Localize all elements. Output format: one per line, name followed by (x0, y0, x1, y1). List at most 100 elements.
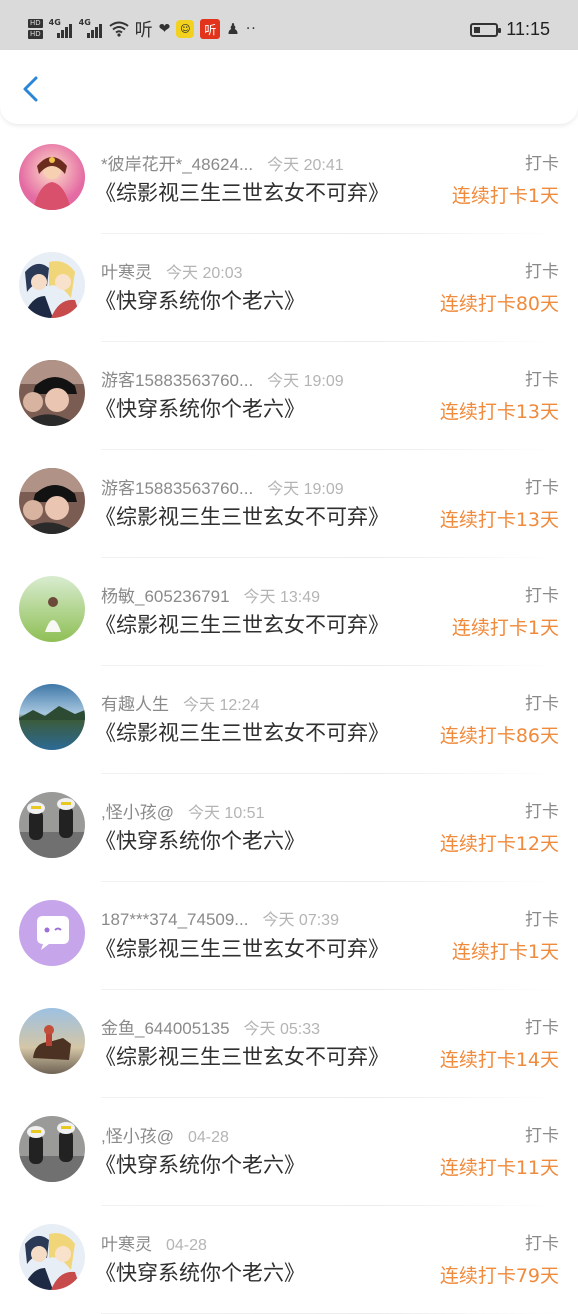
user-name[interactable]: ,怪小孩@ 04-28 (101, 1122, 229, 1147)
checkin-tag: 打卡 (525, 478, 559, 498)
user-name[interactable]: 有趣人生 今天 12:24 (101, 690, 260, 715)
checkin-row[interactable]: 187***374_74509... 今天 07:39 《综影视三生三世玄女不可弃》… (0, 882, 578, 990)
user-name[interactable]: 游客15883563760... 今天 19:09 (101, 366, 344, 391)
clock: 11:15 (506, 19, 550, 39)
book-title[interactable]: 《综影视三生三世玄女不可弃》 (95, 1041, 389, 1071)
avatar[interactable] (19, 684, 85, 750)
penguin-icon: ♟ (226, 20, 240, 38)
network-type-label: 4G (48, 18, 61, 27)
checkin-tag: 打卡 (525, 1018, 559, 1038)
avatar[interactable] (19, 468, 85, 534)
avatar[interactable] (19, 252, 85, 318)
avatar[interactable] (19, 360, 85, 426)
checkin-streak: 连续打卡80天 (439, 293, 559, 315)
post-time: 今天 20:41 (267, 157, 344, 174)
avatar[interactable] (19, 1224, 85, 1290)
hd-icon: HD HD (28, 19, 43, 39)
book-title[interactable]: 《综影视三生三世玄女不可弃》 (95, 933, 389, 963)
checkin-streak: 连续打卡86天 (439, 725, 559, 747)
book-title[interactable]: 《快穿系统你个老六》 (95, 825, 305, 855)
checkin-row[interactable]: 有趣人生 今天 12:24 《综影视三生三世玄女不可弃》 打卡 连续打卡86天 (0, 666, 578, 774)
heart-icon: ❤ (158, 21, 171, 37)
user-name-text[interactable]: ,怪小孩@ (101, 1127, 174, 1146)
checkin-streak: 连续打卡14天 (439, 1049, 559, 1071)
checkin-row[interactable]: *彼岸花开*_48624... 今天 20:41 《综影视三生三世玄女不可弃》 打卡连… (0, 126, 578, 234)
listen-app-icon: 听 (134, 20, 153, 41)
checkin-tag: 打卡 (525, 910, 559, 930)
post-time: 今天 07:39 (262, 912, 339, 929)
user-name-text[interactable]: 叶寒灵 (101, 1235, 152, 1254)
avatar[interactable] (19, 1008, 85, 1074)
checkin-streak: 连续打卡1天 (451, 185, 559, 207)
post-time: 今天 12:24 (183, 697, 260, 714)
chat-app-icon: ☺ (176, 20, 195, 38)
checkin-row[interactable]: 游客15883563760... 今天 19:09 《快穿系统你个老六》 打卡连续打卡… (0, 342, 578, 450)
checkin-tag: 打卡 (525, 694, 559, 714)
user-name[interactable]: 叶寒灵 今天 20:03 (101, 258, 243, 283)
book-title[interactable]: 《综影视三生三世玄女不可弃》 (95, 177, 389, 207)
book-title[interactable]: 《快穿系统你个老六》 (95, 1149, 305, 1179)
user-name-text[interactable]: *彼岸花开*_48624... (101, 155, 253, 174)
wifi-icon (109, 21, 129, 37)
checkin-row[interactable]: 金鱼_644005135 今天 05:33 《综影视三生三世玄女不可弃》 打卡连续打卡… (0, 990, 578, 1098)
book-title[interactable]: 《综影视三生三世玄女不可弃》 (95, 717, 389, 747)
chevron-left-icon[interactable] (18, 74, 44, 104)
checkin-row[interactable]: ,怪小孩@ 04-28 《快穿系统你个老六》 打卡连续打卡11天 (0, 1098, 578, 1206)
user-name[interactable]: *彼岸花开*_48624... 今天 20:41 (101, 150, 344, 175)
book-title[interactable]: 《综影视三生三世玄女不可弃》 (95, 501, 389, 531)
checkin-row[interactable]: 游客15883563760... 今天 19:09 《综影视三生三世玄女不可弃》 打卡… (0, 450, 578, 558)
checkin-streak: 连续打卡1天 (451, 617, 559, 639)
post-time: 今天 10:51 (187, 805, 265, 822)
post-time: 今天 19:09 (267, 373, 344, 390)
signal-icon-2: 4G (78, 18, 103, 38)
checkin-streak: 连续打卡12天 (439, 833, 559, 855)
user-name-text[interactable]: 游客15883563760... (101, 371, 253, 390)
checkin-row[interactable]: ,怪小孩@ 今天 10:51 《快穿系统你个老六》 打卡 连续打卡12天 (0, 774, 578, 882)
user-name[interactable]: 金鱼_644005135 今天 05:33 (101, 1014, 320, 1039)
checkin-tag: 打卡 (525, 154, 559, 174)
checkin-streak: 连续打卡13天 (439, 401, 559, 423)
avatar[interactable] (19, 144, 85, 210)
post-time: 04-28 (187, 1129, 229, 1146)
user-name-text[interactable]: ,怪小孩@ (101, 803, 174, 822)
user-name-text[interactable]: 有趣人生 (101, 695, 169, 714)
checkin-row[interactable]: 叶寒灵 04-28 《快穿系统你个老六》 打卡 连续打卡79天 (0, 1206, 578, 1314)
book-title[interactable]: 《综影视三生三世玄女不可弃》 (95, 609, 389, 639)
checkin-row[interactable]: 叶寒灵 今天 20:03 《快穿系统你个老六》 打卡 连续打卡80天 (0, 234, 578, 342)
user-name[interactable]: 叶寒灵 04-28 (101, 1230, 207, 1255)
checkin-streak: 连续打卡13天 (439, 509, 559, 531)
user-name-text[interactable]: 叶寒灵 (101, 263, 152, 282)
signal-icon: 4G (48, 18, 73, 38)
more-notifications-icon: ·· (245, 21, 257, 37)
checkin-streak: 连续打卡11天 (439, 1157, 559, 1179)
avatar[interactable] (19, 1116, 85, 1182)
checkin-tag: 打卡 (525, 586, 559, 606)
avatar[interactable] (19, 900, 85, 966)
network-type-label-2: 4G (78, 18, 91, 27)
top-nav-bar (0, 50, 578, 124)
hd-label-2: HD (28, 30, 43, 39)
post-time: 今天 20:03 (166, 265, 243, 282)
checkin-row[interactable]: 杨敏_605236791 今天 13:49 《综影视三生三世玄女不可弃》 打卡连续打卡… (0, 558, 578, 666)
book-title[interactable]: 《快穿系统你个老六》 (95, 1257, 305, 1287)
user-name[interactable]: 游客15883563760... 今天 19:09 (101, 474, 344, 499)
checkin-streak: 连续打卡1天 (451, 941, 559, 963)
user-name-text[interactable]: 杨敏_605236791 (101, 587, 230, 606)
checkin-tag: 打卡 (525, 1126, 559, 1146)
avatar[interactable] (19, 792, 85, 858)
status-bar: HD HD 4G 4G 听 ❤ ☺ 听 ♟ ·· 11:15 (0, 0, 578, 50)
user-name-text[interactable]: 金鱼_644005135 (101, 1019, 230, 1038)
book-title[interactable]: 《快穿系统你个老六》 (95, 285, 305, 315)
post-time: 04-28 (166, 1237, 207, 1254)
user-name[interactable]: 187***374_74509... 今天 07:39 (101, 906, 339, 930)
avatar[interactable] (19, 576, 85, 642)
user-name-text[interactable]: 187***374_74509... (101, 910, 248, 929)
user-name[interactable]: ,怪小孩@ 今天 10:51 (101, 798, 264, 823)
user-name-text[interactable]: 游客15883563760... (101, 479, 253, 498)
book-title[interactable]: 《快穿系统你个老六》 (95, 393, 305, 423)
post-time: 今天 13:49 (243, 589, 321, 606)
status-icons-left: HD HD 4G 4G 听 ❤ ☺ 听 ♟ ·· (28, 16, 257, 42)
checkin-tag: 打卡 (525, 370, 559, 390)
user-name[interactable]: 杨敏_605236791 今天 13:49 (101, 582, 320, 607)
checkin-streak: 连续打卡79天 (439, 1265, 559, 1287)
